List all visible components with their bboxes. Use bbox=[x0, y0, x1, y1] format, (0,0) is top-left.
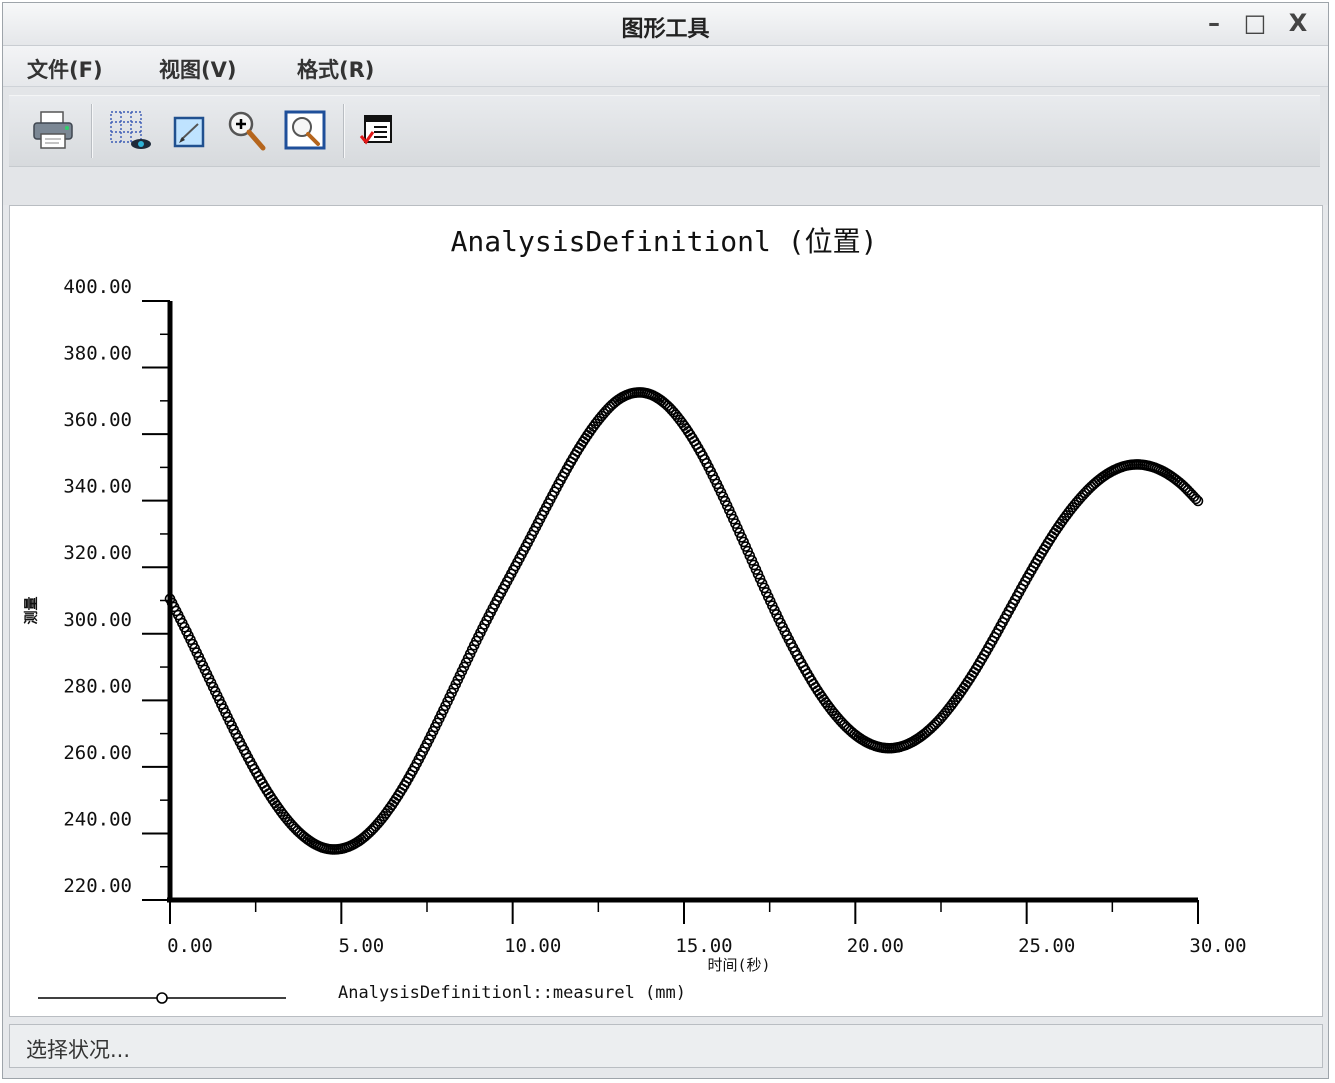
x-tick-label: 20.00 bbox=[847, 935, 904, 957]
menu-view[interactable]: 视图(V) bbox=[159, 54, 236, 84]
format-icon[interactable] bbox=[355, 106, 405, 156]
y-tick-label: 380.00 bbox=[63, 343, 132, 365]
y-tick-label: 320.00 bbox=[63, 542, 132, 564]
y-tick-label: 300.00 bbox=[63, 609, 132, 631]
y-tick-label: 260.00 bbox=[63, 742, 132, 764]
x-tick-label: 25.00 bbox=[1018, 935, 1075, 957]
x-tick-label: 5.00 bbox=[338, 935, 384, 957]
x-tick-label: 15.00 bbox=[675, 935, 732, 957]
menu-bar: 文件(F) 视图(V) 格式(R) bbox=[3, 46, 1328, 87]
plot-area[interactable]: AnalysisDefinitionl (位置) 220.00 240.00 260.… bbox=[9, 205, 1323, 1017]
y-tick-label: 240.00 bbox=[63, 808, 132, 830]
menu-file[interactable]: 文件(F) bbox=[27, 54, 103, 84]
menu-format[interactable]: 格式(R) bbox=[297, 54, 374, 84]
printer-icon[interactable] bbox=[29, 106, 79, 156]
zoom-in-icon[interactable] bbox=[221, 106, 271, 156]
edit-icon[interactable] bbox=[165, 106, 215, 156]
chart-svg: AnalysisDefinitionl (位置) 220.00 240.00 260.… bbox=[23, 225, 1247, 1004]
y-tick-label: 400.00 bbox=[63, 276, 132, 298]
y-tick-label: 340.00 bbox=[63, 476, 132, 498]
minimize-button[interactable]: – bbox=[1199, 9, 1229, 37]
x-tick-label: 10.00 bbox=[504, 935, 561, 957]
x-axis-label: 时间(秒) bbox=[707, 956, 770, 974]
status-bar: 选择状况... bbox=[9, 1024, 1323, 1068]
grid-view-icon[interactable] bbox=[105, 106, 155, 156]
x-tick-label: 30.00 bbox=[1189, 935, 1246, 957]
y-tick-label: 280.00 bbox=[63, 675, 132, 697]
close-button[interactable]: X bbox=[1283, 9, 1313, 37]
x-tick-label: 0.00 bbox=[167, 935, 213, 957]
legend-label: AnalysisDefinitionl::measurel (mm) bbox=[338, 983, 686, 1003]
window-title: 图形工具 bbox=[621, 17, 710, 42]
status-text: 选择状况... bbox=[26, 1038, 131, 1062]
y-tick-label: 360.00 bbox=[63, 409, 132, 431]
y-axis-label: 测量 bbox=[23, 597, 40, 625]
zoom-fit-icon[interactable] bbox=[281, 106, 331, 156]
maximize-button[interactable]: □ bbox=[1240, 9, 1270, 37]
legend-marker bbox=[156, 992, 168, 1004]
chart-title: AnalysisDefinitionl (位置) bbox=[451, 225, 878, 258]
y-tick-label: 220.00 bbox=[63, 875, 132, 897]
toolbar bbox=[3, 87, 1328, 205]
title-bar[interactable]: 图形工具 – □ X bbox=[3, 3, 1328, 46]
